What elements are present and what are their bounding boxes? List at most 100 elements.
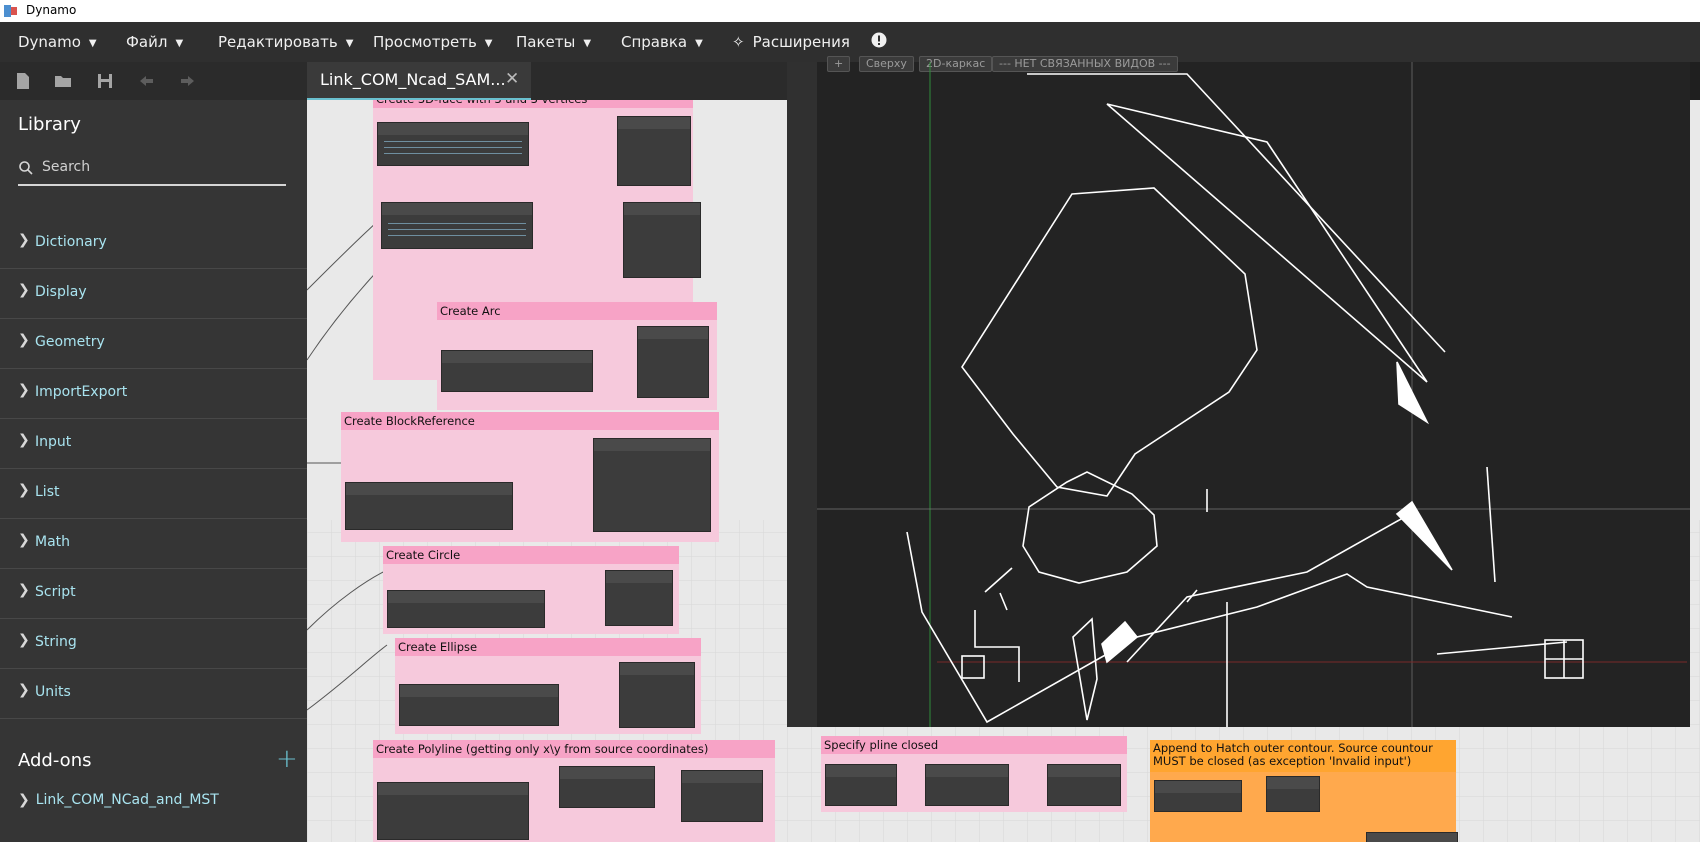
library-category-input[interactable]: ❯ Input (0, 418, 307, 469)
caret-down-icon: ▼ (175, 38, 184, 49)
addons-title: Add-ons (18, 750, 92, 771)
library-category-dictionary[interactable]: ❯ Dictionary (0, 218, 307, 269)
category-label: List (35, 484, 60, 500)
menu-extensions[interactable]: ✧ Расширения (732, 33, 850, 51)
dynamo-app-icon (4, 5, 17, 17)
node-output[interactable] (1047, 764, 1121, 806)
notification-icon[interactable] (871, 32, 887, 52)
category-label: String (35, 634, 77, 650)
menu-packages[interactable]: Пакеты ▼ (516, 33, 591, 51)
menu-edit[interactable]: Редактировать ▼ (218, 33, 353, 51)
menu-label: Dynamo (18, 33, 81, 51)
group-polyline[interactable]: Create Polyline (getting only x\y from s… (373, 740, 775, 842)
library-search[interactable]: Search (18, 154, 286, 186)
node-3dface[interactable] (617, 116, 691, 186)
code-block-node[interactable] (441, 350, 593, 392)
save-icon[interactable] (94, 70, 116, 92)
group-title: Create 3D-face with 3 and 3 vertices (373, 100, 693, 108)
library-category-string[interactable]: ❯ String (0, 618, 307, 669)
undo-icon[interactable] (136, 70, 158, 92)
caret-down-icon: ▼ (583, 38, 592, 49)
chevron-right-icon: ❯ (18, 532, 30, 548)
addon-label: Link_COM_NCad_and_MST (35, 792, 219, 808)
chevron-right-icon: ❯ (18, 582, 30, 598)
code-block-node[interactable] (825, 764, 897, 806)
open-folder-icon[interactable] (52, 70, 74, 92)
library-category-list[interactable]: ❯ List (0, 468, 307, 519)
addon-item[interactable]: ❯ Link_COM_NCad_and_MST (18, 792, 219, 808)
menu-file[interactable]: Файл ▼ (126, 33, 183, 51)
chevron-right-icon: ❯ (18, 482, 30, 498)
close-icon[interactable]: ✕ (505, 69, 519, 89)
library-category-geometry[interactable]: ❯ Geometry (0, 318, 307, 369)
workspace-tabstrip: Link_COM_Ncad_SAM... ✕ (307, 62, 787, 101)
search-input[interactable]: Search (42, 159, 90, 175)
redo-icon[interactable] (176, 70, 198, 92)
code-block-node[interactable] (377, 782, 529, 840)
menu-dynamo[interactable]: Dynamo ▼ (18, 33, 97, 51)
code-block-node[interactable] (387, 590, 545, 628)
group-title: Create Arc (437, 302, 717, 320)
category-label: Input (35, 434, 72, 450)
search-icon (19, 161, 33, 175)
category-label: Display (35, 284, 87, 300)
library-panel: Library Search ❯ Dictionary ❯ Display ❯ Geo… (0, 100, 307, 842)
library-category-script[interactable]: ❯ Script (0, 568, 307, 619)
group-title: Create BlockReference (341, 412, 719, 430)
menu-view[interactable]: Просмотреть ▼ (373, 33, 493, 51)
library-category-display[interactable]: ❯ Display (0, 268, 307, 319)
group-title: Specify pline closed (821, 736, 1127, 754)
toolbar (0, 62, 307, 100)
node-hatch-append[interactable] (1154, 780, 1242, 812)
menu-label: Файл (126, 33, 168, 51)
workspace-tab[interactable]: Link_COM_Ncad_SAM... ✕ (307, 62, 531, 101)
code-block-node[interactable] (345, 482, 513, 530)
code-block-node[interactable] (377, 122, 529, 166)
chevron-right-icon: ❯ (18, 632, 30, 648)
tab-label: Link_COM_Ncad_SAM... (320, 70, 506, 89)
library-category-units[interactable]: ❯ Units (0, 668, 307, 719)
code-block-node[interactable] (399, 684, 559, 726)
category-label: Geometry (35, 334, 105, 350)
group-arc[interactable]: Create Arc (437, 302, 717, 410)
menu-label: Справка (621, 33, 688, 51)
group-ellipse[interactable]: Create Ellipse (395, 638, 701, 734)
menu-label: Просмотреть (373, 33, 477, 51)
menu-label: Расширения (752, 33, 850, 51)
node-3dface[interactable] (623, 202, 701, 278)
group-title: Append to Hatch outer contour. Source co… (1150, 740, 1456, 772)
chevron-right-icon: ❯ (18, 282, 30, 298)
add-package-button[interactable]: + (276, 744, 298, 774)
library-category-importexport[interactable]: ❯ ImportExport (0, 368, 307, 419)
node-polyline[interactable] (559, 766, 655, 808)
group-blockreference[interactable]: Create BlockReference (341, 412, 719, 542)
node-blockreference[interactable] (593, 438, 711, 532)
category-label: ImportExport (35, 384, 128, 400)
library-category-math[interactable]: ❯ Math (0, 518, 307, 569)
category-label: Units (35, 684, 71, 700)
node-set-closed[interactable] (925, 764, 1009, 806)
background-preview[interactable]: + Сверху 2D-каркас --- НЕТ СВЯЗАННЫХ ВИД… (787, 56, 1690, 727)
caret-down-icon: ▼ (345, 38, 354, 49)
node-polyline-segments[interactable] (681, 770, 763, 822)
code-block-node[interactable] (1266, 776, 1320, 812)
group-title: Create Polyline (getting only x\y from s… (373, 740, 775, 758)
window-title: Dynamo (26, 3, 77, 17)
category-label: Script (35, 584, 76, 600)
chevron-right-icon: ❯ (18, 332, 30, 348)
chevron-right-icon: ❯ (18, 432, 30, 448)
node-circle[interactable] (605, 570, 673, 626)
category-label: Math (35, 534, 71, 550)
caret-down-icon: ▼ (88, 38, 97, 49)
node-arc[interactable] (637, 326, 709, 398)
node-ellipse[interactable] (619, 662, 695, 728)
code-block-node[interactable] (381, 202, 533, 249)
category-label: Dictionary (35, 234, 107, 250)
group-circle[interactable]: Create Circle (383, 546, 679, 634)
menu-help[interactable]: Справка ▼ (621, 33, 703, 51)
group-pline-closed[interactable]: Specify pline closed (821, 736, 1127, 812)
chevron-right-icon: ❯ (18, 792, 30, 808)
new-file-icon[interactable] (12, 70, 34, 92)
node-partial[interactable] (1366, 832, 1458, 842)
group-hatch[interactable]: Append to Hatch outer contour. Source co… (1150, 740, 1458, 842)
